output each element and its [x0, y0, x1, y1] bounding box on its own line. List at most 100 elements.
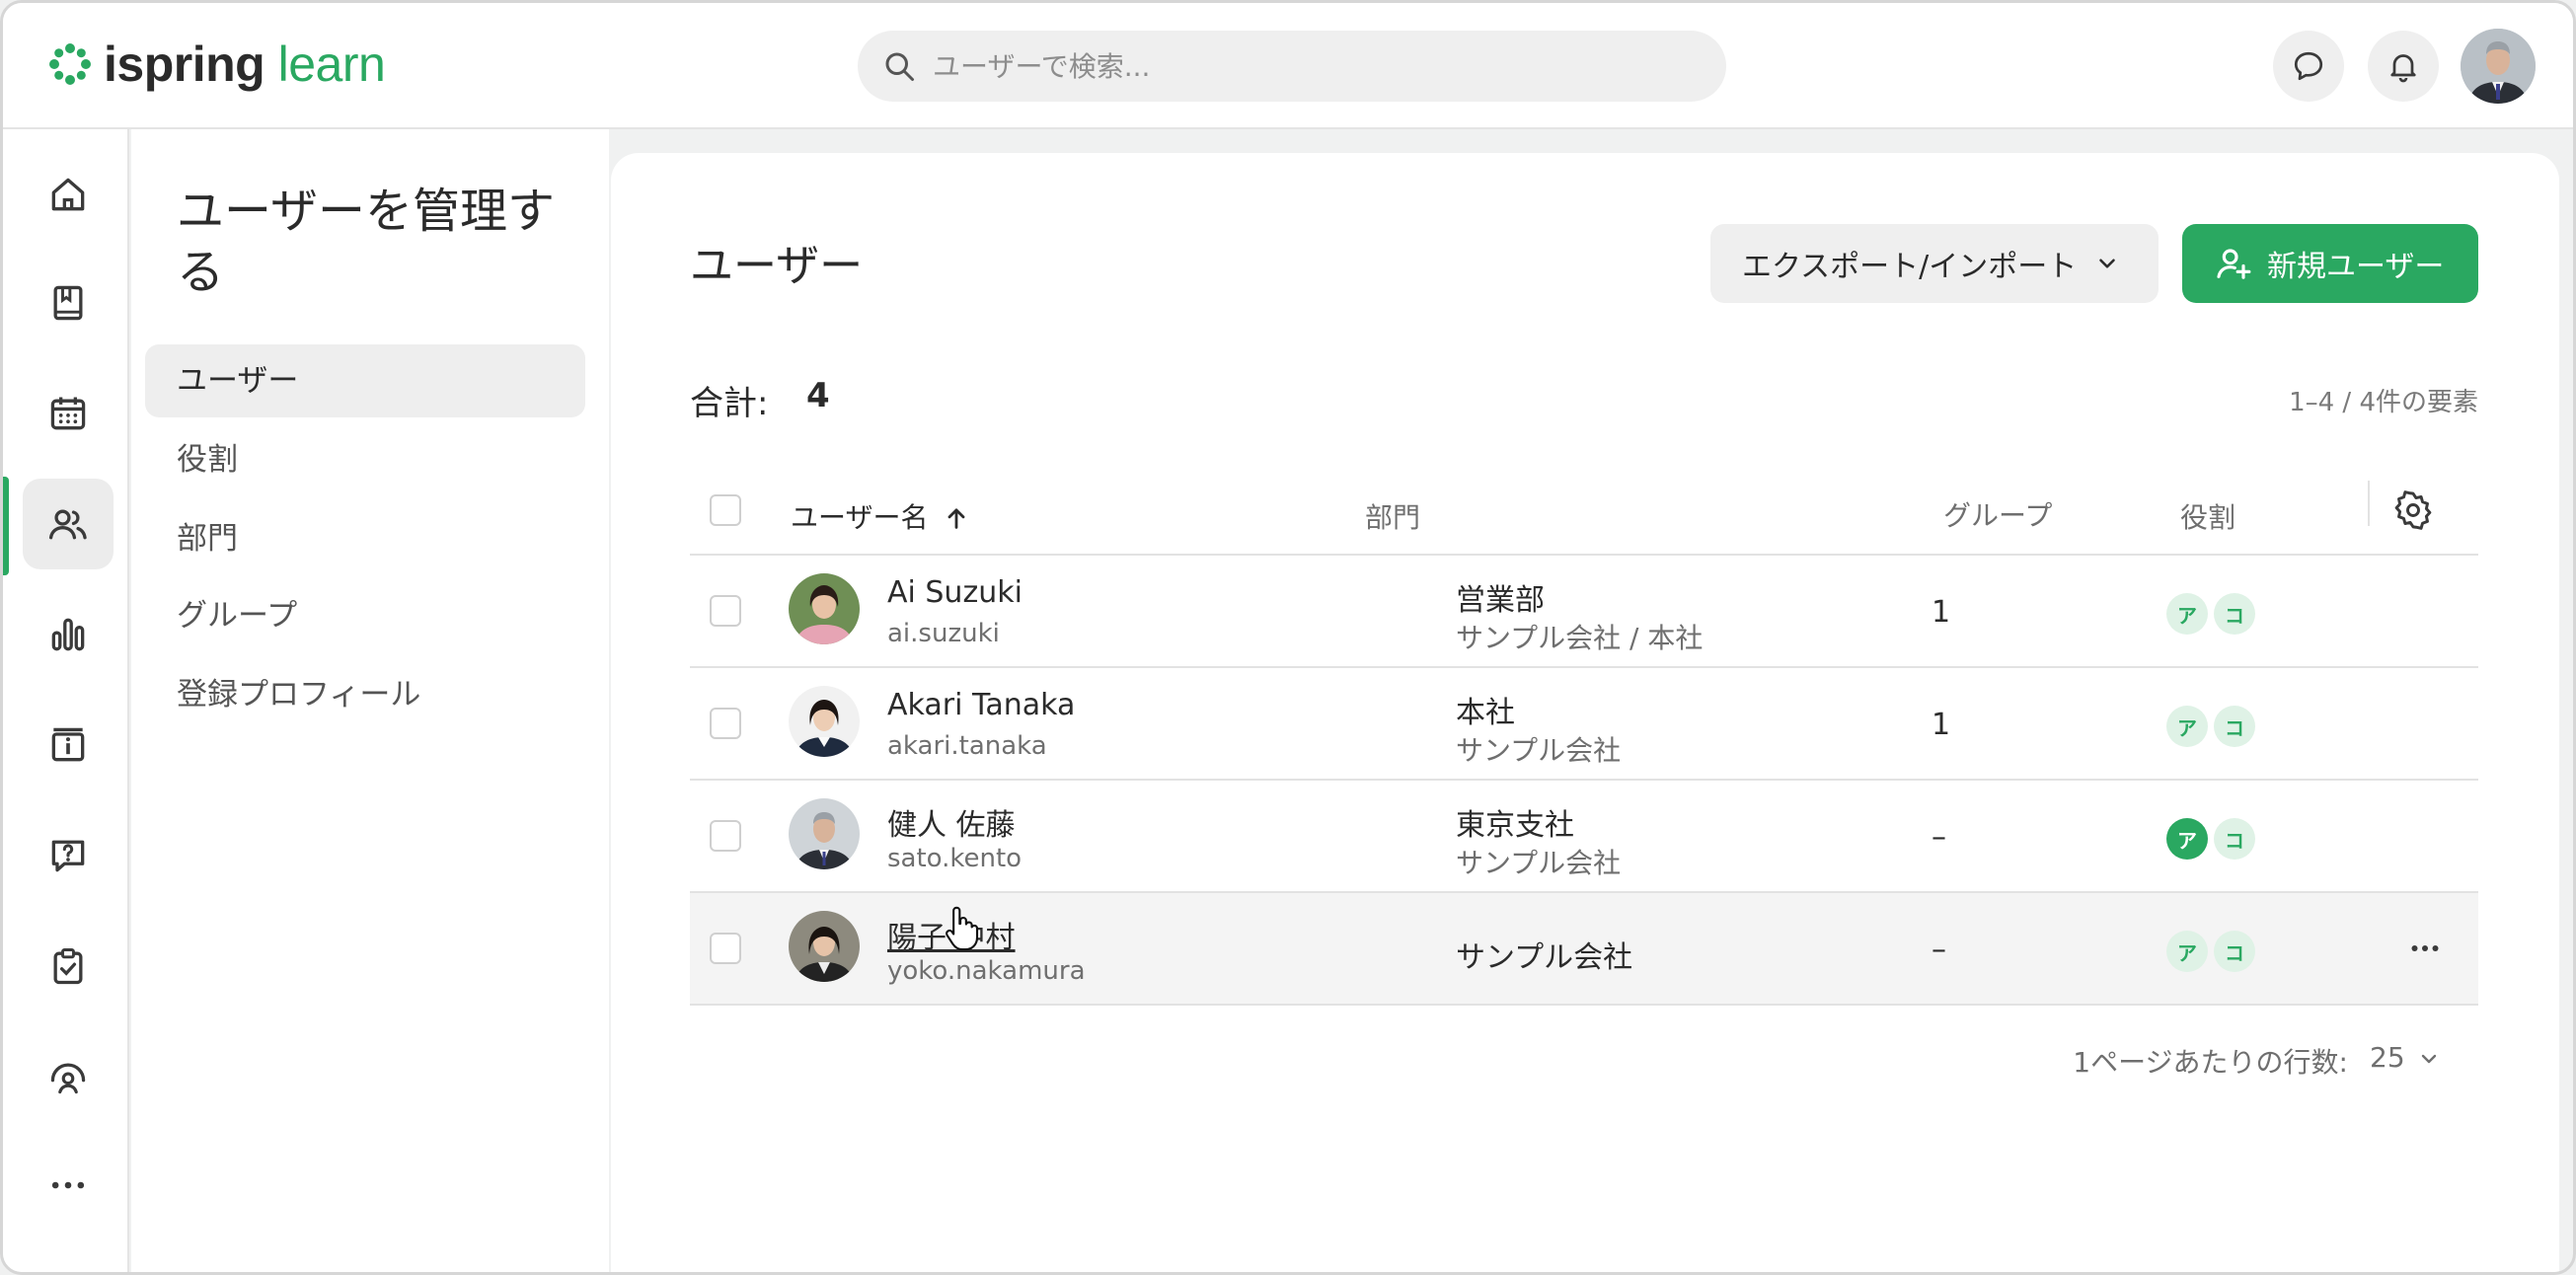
department-path: サンプル会社 [1456, 734, 1622, 767]
column-header-role[interactable]: 役割 [2180, 496, 2235, 536]
group-count: – [1932, 933, 1946, 967]
bell-icon [2390, 54, 2416, 83]
user-avatar-image [2461, 29, 2536, 104]
brand-logo[interactable]: ispring learn [46, 33, 386, 96]
chat-icon [2294, 51, 2323, 81]
gauge-user-icon [50, 1063, 86, 1094]
pagination-range: 1–4 / 4件の要素 [2289, 388, 2478, 417]
more-horizontal-icon [2411, 945, 2439, 951]
department-name: 営業部 [1456, 583, 1545, 618]
role-badge: ア [2166, 931, 2208, 972]
nav-users[interactable] [23, 479, 114, 569]
gear-icon[interactable] [2391, 488, 2435, 532]
nav-active-marker [3, 477, 9, 575]
role-badge: ア [2166, 818, 2208, 860]
add-user-icon [2217, 249, 2251, 279]
department-path: サンプル会社 [1456, 847, 1622, 879]
role-badge: ア [2166, 706, 2208, 747]
nav-questions[interactable] [23, 810, 114, 901]
users-subnav: ユーザーを管理する ユーザー 役割 部門 グループ 登録プロフィール [131, 129, 609, 1272]
table-row[interactable]: 健人 佐藤 sato.kento 東京支社 サンプル会社 – ア コ [690, 781, 2478, 893]
nav-performance[interactable] [23, 1031, 114, 1122]
users-icon [48, 509, 87, 540]
column-header-department[interactable]: 部門 [1365, 496, 1420, 536]
row-checkbox[interactable] [710, 933, 741, 964]
nav-reports[interactable] [23, 589, 114, 680]
avatar-image [789, 573, 860, 644]
select-all-checkbox[interactable] [710, 494, 741, 526]
chevron-down-icon[interactable] [2417, 1047, 2441, 1071]
user-login: akari.tanaka [887, 731, 1047, 761]
hand-pointer-icon [946, 906, 979, 951]
subnav-item-departments[interactable]: 部門 [145, 502, 585, 575]
header-divider [2368, 481, 2370, 526]
group-count: 1 [1932, 708, 1951, 742]
rows-per-page-select[interactable]: 25 [2370, 1041, 2405, 1074]
role-badge: ア [2166, 593, 2208, 635]
subnav-item-users[interactable]: ユーザー [145, 344, 585, 417]
total-count: 4 [806, 376, 830, 415]
export-import-label: エクスポート/インポート [1742, 250, 2078, 284]
nav-info[interactable] [23, 700, 114, 790]
brand-name: ispring learn [104, 36, 386, 93]
avatar-image [789, 911, 860, 982]
top-bar: ispring learn [3, 3, 2573, 129]
row-checkbox[interactable] [710, 820, 741, 852]
nav-calendar[interactable] [23, 368, 114, 459]
book-icon [53, 285, 83, 321]
avatar-image [789, 686, 860, 757]
column-header-group[interactable]: グループ [1943, 494, 2052, 534]
row-actions-button[interactable] [2405, 929, 2445, 968]
avatar [789, 798, 860, 869]
notifications-button[interactable] [2368, 31, 2439, 102]
nav-tasks[interactable] [23, 921, 114, 1012]
column-header-name[interactable]: ユーザー名 [791, 496, 970, 536]
more-icon [51, 1181, 85, 1189]
new-user-button[interactable]: 新規ユーザー [2182, 224, 2478, 303]
search-bar[interactable] [858, 31, 1726, 102]
column-header-name-label: ユーザー名 [791, 501, 929, 534]
rows-per-page-label: 1ページあたりの行数: [2073, 1046, 2348, 1079]
search-input[interactable] [933, 49, 1683, 83]
subnav-item-groups[interactable]: グループ [145, 579, 585, 652]
clipboard-check-icon [53, 948, 83, 985]
row-checkbox[interactable] [710, 708, 741, 739]
user-name[interactable]: 健人 佐藤 [887, 800, 1016, 844]
user-login: ai.suzuki [887, 619, 1000, 648]
user-avatar[interactable] [2461, 29, 2536, 104]
avatar-image [789, 798, 860, 869]
nav-more[interactable] [23, 1140, 114, 1231]
table-row[interactable]: Akari Tanaka akari.tanaka 本社 サンプル会社 1 ア … [690, 668, 2478, 781]
brand-name-bold: ispring [104, 37, 265, 92]
brand-name-light: learn [277, 37, 386, 92]
avatar [789, 573, 860, 644]
group-count: – [1932, 820, 1946, 855]
department-name: 東京支社 [1456, 808, 1574, 843]
user-name[interactable]: Akari Tanaka [887, 688, 1075, 722]
role-badge: コ [2214, 931, 2255, 972]
subnav-item-roles[interactable]: 役割 [145, 423, 585, 496]
user-login: yoko.nakamura [887, 956, 1086, 986]
group-count: 1 [1932, 595, 1951, 630]
role-badge: コ [2214, 593, 2255, 635]
users-panel: ユーザー エクスポート/インポート 新規ユーザー 合計: 4 1–4 / 4件の… [611, 153, 2559, 1272]
user-name[interactable]: Ai Suzuki [887, 575, 1023, 610]
sort-ascending-icon [947, 508, 965, 529]
app-window: ispring learn ユーザーで検索... ユーザーを管理する ユーザー … [0, 0, 2576, 1275]
nav-rail [3, 129, 129, 1272]
avatar [789, 686, 860, 757]
ispring-logo-icon [49, 43, 91, 85]
nav-home[interactable] [23, 149, 114, 240]
total-label: 合計: [690, 384, 769, 423]
reports-icon [51, 618, 85, 651]
subnav-item-profiles[interactable]: 登録プロフィール [145, 658, 585, 731]
table-row[interactable]: Ai Suzuki ai.suzuki 営業部 サンプル会社 / 本社 1 ア … [690, 556, 2478, 668]
calendar-icon [50, 397, 86, 430]
chat-button[interactable] [2273, 31, 2344, 102]
question-icon [51, 840, 85, 872]
role-badge: コ [2214, 818, 2255, 860]
home-icon [51, 178, 85, 211]
export-import-button[interactable]: エクスポート/インポート [1710, 224, 2159, 303]
nav-learning[interactable] [23, 258, 114, 348]
row-checkbox[interactable] [710, 595, 741, 627]
